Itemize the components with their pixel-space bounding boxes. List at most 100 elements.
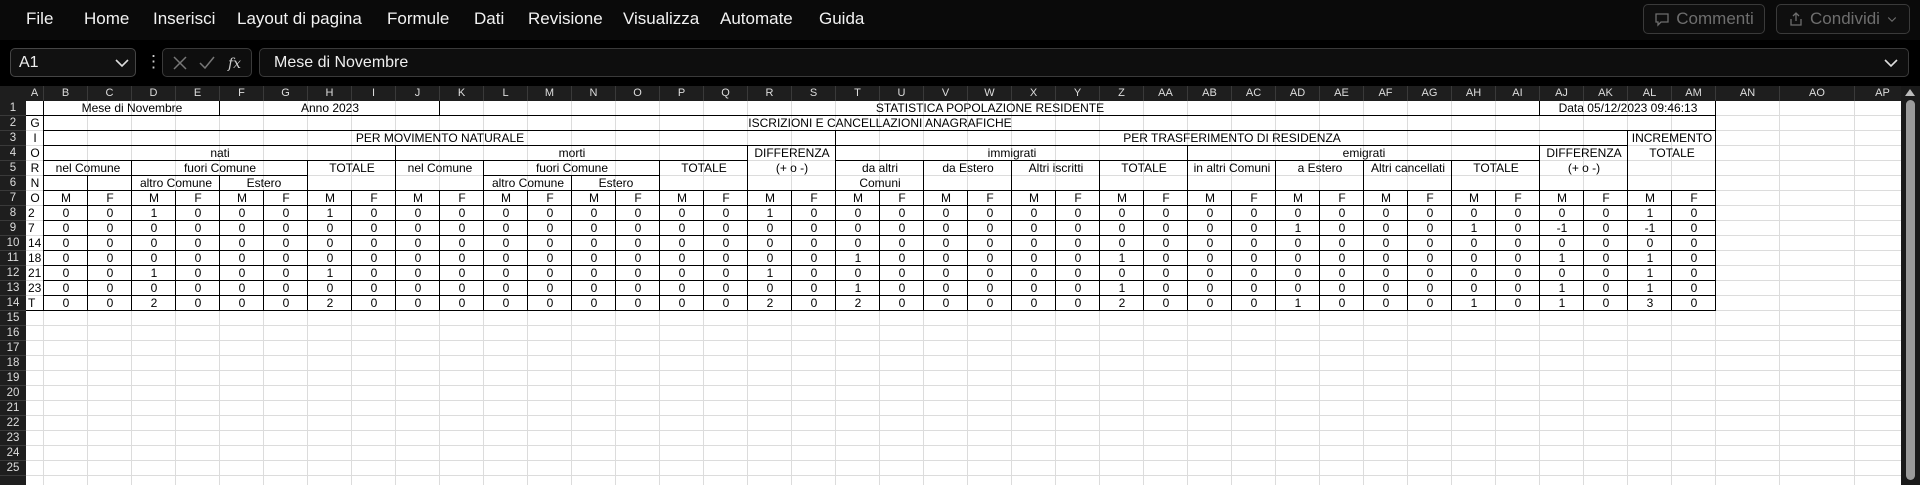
share-button[interactable]: Condividi xyxy=(1776,4,1910,34)
column-header-AF[interactable]: AF xyxy=(1364,86,1408,101)
column-header-C[interactable]: C xyxy=(88,86,132,101)
menu-layout[interactable]: Layout di pagina xyxy=(237,9,362,29)
column-header-H[interactable]: H xyxy=(308,86,352,101)
column-header-AH[interactable]: AH xyxy=(1452,86,1496,101)
column-header-G[interactable]: G xyxy=(264,86,308,101)
row-header-16[interactable]: 16 xyxy=(0,326,26,341)
menu-visualizza[interactable]: Visualizza xyxy=(623,9,699,29)
column-header-F[interactable]: F xyxy=(220,86,264,101)
column-header-D[interactable]: D xyxy=(132,86,176,101)
column-header-S[interactable]: S xyxy=(792,86,836,101)
row-header-1[interactable]: 1 xyxy=(0,101,26,116)
menu-revisione[interactable]: Revisione xyxy=(528,9,603,29)
column-header-Y[interactable]: Y xyxy=(1056,86,1100,101)
menu-dati[interactable]: Dati xyxy=(474,9,504,29)
row-header-4[interactable]: 4 xyxy=(0,146,26,161)
sex-header-f: F xyxy=(986,191,994,205)
row-header-22[interactable]: 22 xyxy=(0,416,26,431)
menu-automate[interactable]: Automate xyxy=(720,9,793,29)
column-header-I[interactable]: I xyxy=(352,86,396,101)
cell-area[interactable]: Mese di Novembre Anno 2023 STATISTICA POPO… xyxy=(26,101,1901,485)
data-cell: 0 xyxy=(1514,251,1522,265)
menu-inserisci[interactable]: Inserisci xyxy=(153,9,215,29)
column-header-AO[interactable]: AO xyxy=(1780,86,1855,101)
name-box[interactable]: A1 xyxy=(10,48,136,77)
confirm-icon[interactable] xyxy=(199,56,215,70)
column-header-AJ[interactable]: AJ xyxy=(1540,86,1584,101)
column-header-AE[interactable]: AE xyxy=(1320,86,1364,101)
more-options-icon[interactable]: ⋮ xyxy=(145,52,162,72)
incremento-totale-label: TOTALE xyxy=(1649,146,1695,160)
row-header-17[interactable]: 17 xyxy=(0,341,26,356)
chevron-down-icon[interactable] xyxy=(115,59,129,68)
menu-home[interactable]: Home xyxy=(84,9,129,29)
menu-formule[interactable]: Formule xyxy=(387,9,449,29)
row-header-10[interactable]: 10 xyxy=(0,236,26,251)
column-header-AI[interactable]: AI xyxy=(1496,86,1540,101)
row-header-15[interactable]: 15 xyxy=(0,311,26,326)
column-header-AN[interactable]: AN xyxy=(1716,86,1780,101)
row-header-8[interactable]: 8 xyxy=(0,206,26,221)
date-label: Data 05/12/2023 09:46:13 xyxy=(1558,101,1698,115)
column-header-Q[interactable]: Q xyxy=(704,86,748,101)
scrollbar-thumb[interactable] xyxy=(1906,100,1915,480)
row-header-13[interactable]: 13 xyxy=(0,281,26,296)
row-header-24[interactable]: 24 xyxy=(0,446,26,461)
column-header-AA[interactable]: AA xyxy=(1144,86,1188,101)
row-header-20[interactable]: 20 xyxy=(0,386,26,401)
column-header-U[interactable]: U xyxy=(880,86,924,101)
function-icon[interactable]: fx xyxy=(227,55,247,71)
column-header-K[interactable]: K xyxy=(440,86,484,101)
row-header-21[interactable]: 21 xyxy=(0,401,26,416)
cancel-icon[interactable] xyxy=(173,56,187,70)
column-header-E[interactable]: E xyxy=(176,86,220,101)
row-header-2[interactable]: 2 xyxy=(0,116,26,131)
column-header-AK[interactable]: AK xyxy=(1584,86,1628,101)
column-header-AL[interactable]: AL xyxy=(1628,86,1672,101)
column-header-N[interactable]: N xyxy=(572,86,616,101)
column-header-A[interactable]: A xyxy=(26,86,44,101)
menu-file[interactable]: File xyxy=(26,9,53,29)
row-header-23[interactable]: 23 xyxy=(0,431,26,446)
row-header-19[interactable]: 19 xyxy=(0,371,26,386)
row-header-25[interactable]: 25 xyxy=(0,461,26,476)
share-icon xyxy=(1790,12,1802,26)
column-header-AC[interactable]: AC xyxy=(1232,86,1276,101)
comments-button[interactable]: Commenti xyxy=(1643,4,1765,34)
select-all-corner[interactable] xyxy=(0,86,26,101)
column-header-W[interactable]: W xyxy=(968,86,1012,101)
row-header-14[interactable]: 14 xyxy=(0,296,26,311)
column-header-X[interactable]: X xyxy=(1012,86,1056,101)
row-header-7[interactable]: 7 xyxy=(0,191,26,206)
column-header-AG[interactable]: AG xyxy=(1408,86,1452,101)
column-header-M[interactable]: M xyxy=(528,86,572,101)
data-cell: 0 xyxy=(370,221,378,235)
scroll-up-icon[interactable] xyxy=(1905,89,1915,96)
menu-guida[interactable]: Guida xyxy=(819,9,864,29)
row-header-6[interactable]: 6 xyxy=(0,176,26,191)
column-header-AD[interactable]: AD xyxy=(1276,86,1320,101)
formula-input[interactable]: Mese di Novembre xyxy=(259,48,1909,77)
row-header-12[interactable]: 12 xyxy=(0,266,26,281)
column-header-B[interactable]: B xyxy=(44,86,88,101)
row-header-9[interactable]: 9 xyxy=(0,221,26,236)
chevron-down-icon[interactable] xyxy=(1884,59,1898,68)
column-header-V[interactable]: V xyxy=(924,86,968,101)
data-cell: 0 xyxy=(370,206,378,220)
column-header-T[interactable]: T xyxy=(836,86,880,101)
row-header-5[interactable]: 5 xyxy=(0,161,26,176)
row-header-11[interactable]: 11 xyxy=(0,251,26,266)
column-header-P[interactable]: P xyxy=(660,86,704,101)
data-cell: 0 xyxy=(1250,281,1258,295)
row-header-18[interactable]: 18 xyxy=(0,356,26,371)
column-header-AB[interactable]: AB xyxy=(1188,86,1232,101)
column-header-L[interactable]: L xyxy=(484,86,528,101)
column-header-Z[interactable]: Z xyxy=(1100,86,1144,101)
column-header-R[interactable]: R xyxy=(748,86,792,101)
column-header-J[interactable]: J xyxy=(396,86,440,101)
vertical-scrollbar[interactable] xyxy=(1901,86,1920,485)
column-header-O[interactable]: O xyxy=(616,86,660,101)
row-header-3[interactable]: 3 xyxy=(0,131,26,146)
column-header-AM[interactable]: AM xyxy=(1672,86,1716,101)
data-cell: 0 xyxy=(1470,266,1478,280)
